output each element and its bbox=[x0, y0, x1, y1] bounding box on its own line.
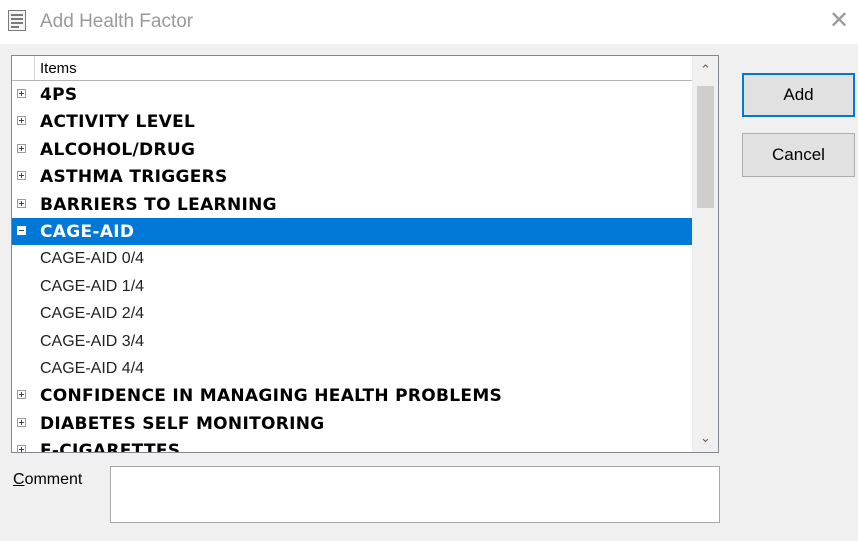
tree-category-row[interactable]: BARRIERS TO LEARNING bbox=[12, 191, 692, 218]
plus-box-icon[interactable] bbox=[17, 198, 26, 208]
comment-label-mnemonic: C bbox=[13, 471, 25, 488]
plus-box-icon[interactable] bbox=[17, 143, 26, 153]
form-icon bbox=[8, 10, 26, 31]
tree-item-label: CAGE-AID 3/4 bbox=[40, 332, 145, 350]
plus-box-icon[interactable] bbox=[17, 417, 26, 427]
tree-child-row[interactable]: CAGE-AID 4/4 bbox=[12, 355, 692, 382]
tree-child-row[interactable]: CAGE-AID 0/4 bbox=[12, 245, 692, 272]
header-corner bbox=[12, 56, 35, 80]
plus-box-icon[interactable] bbox=[17, 445, 26, 452]
tree-header: Items bbox=[12, 56, 692, 81]
tree-category-row[interactable]: DIABETES SELF MONITORING bbox=[12, 410, 692, 437]
tree-category-row[interactable]: ACTIVITY LEVEL bbox=[12, 108, 692, 135]
minus-box-icon[interactable] bbox=[17, 225, 26, 235]
tree-category-row[interactable]: CAGE-AID bbox=[12, 217, 692, 246]
tree-child-row[interactable]: CAGE-AID 2/4 bbox=[12, 300, 692, 327]
tree-category-row[interactable]: E-CIGARETTES bbox=[12, 437, 692, 453]
close-icon[interactable]: ✕ bbox=[824, 6, 854, 36]
items-column-header[interactable]: Items bbox=[40, 60, 77, 77]
plus-box-icon[interactable] bbox=[17, 116, 26, 126]
tree-rows: 4PS ACTIVITY LEVEL ALCOHOL/DRUG ASTHMA TRIG… bbox=[12, 81, 692, 453]
plus-box-icon[interactable] bbox=[17, 171, 26, 181]
tree-item-label: CAGE-AID 1/4 bbox=[40, 277, 145, 295]
tree-category-row[interactable]: CONFIDENCE IN MANAGING HEALTH PROBLEMS bbox=[12, 382, 692, 409]
tree-item-label: CAGE-AID 0/4 bbox=[40, 250, 145, 268]
tree-item-label: DIABETES SELF MONITORING bbox=[40, 413, 325, 434]
tree-item-label: E-CIGARETTES bbox=[40, 441, 181, 453]
plus-box-icon[interactable] bbox=[17, 390, 26, 400]
plus-box-icon[interactable] bbox=[17, 89, 26, 98]
chevron-down-icon[interactable]: ⌄ bbox=[693, 426, 718, 450]
comment-label: Comment bbox=[13, 471, 82, 489]
window-title: Add Health Factor bbox=[40, 11, 194, 32]
tree-item-label: ALCOHOL/DRUG bbox=[40, 139, 196, 160]
comment-field[interactable] bbox=[110, 466, 720, 523]
tree-item-label: ASTHMA TRIGGERS bbox=[40, 167, 228, 188]
cancel-button[interactable]: Cancel bbox=[742, 133, 855, 177]
comment-label-rest: omment bbox=[24, 471, 83, 488]
tree-item-label: CAGE-AID 4/4 bbox=[40, 359, 145, 377]
add-button[interactable]: Add bbox=[742, 73, 855, 117]
tree-item-label: BARRIERS TO LEARNING bbox=[40, 194, 277, 215]
vertical-scrollbar[interactable]: ⌃ ⌄ bbox=[692, 56, 718, 452]
scroll-thumb[interactable] bbox=[697, 86, 714, 208]
tree-item-label: CONFIDENCE IN MANAGING HEALTH PROBLEMS bbox=[40, 386, 503, 407]
tree-item-label: CAGE-AID 2/4 bbox=[40, 305, 145, 323]
tree-category-row[interactable]: ASTHMA TRIGGERS bbox=[12, 163, 692, 190]
tree-child-row[interactable]: CAGE-AID 3/4 bbox=[12, 328, 692, 355]
tree-item-label: 4PS bbox=[40, 85, 78, 105]
tree-category-row[interactable]: ALCOHOL/DRUG bbox=[12, 136, 692, 163]
tree-child-row[interactable]: CAGE-AID 1/4 bbox=[12, 273, 692, 300]
tree-item-label: CAGE-AID bbox=[40, 221, 135, 242]
tree-category-row[interactable]: 4PS bbox=[12, 81, 692, 108]
chevron-up-icon[interactable]: ⌃ bbox=[693, 58, 718, 82]
tree-item-label: ACTIVITY LEVEL bbox=[40, 112, 196, 133]
title-bar: Add Health Factor ✕ bbox=[0, 0, 858, 44]
health-factor-tree[interactable]: Items 4PS ACTIVITY LEVEL ALCOHOL/DRUG ASTHM… bbox=[11, 55, 719, 453]
